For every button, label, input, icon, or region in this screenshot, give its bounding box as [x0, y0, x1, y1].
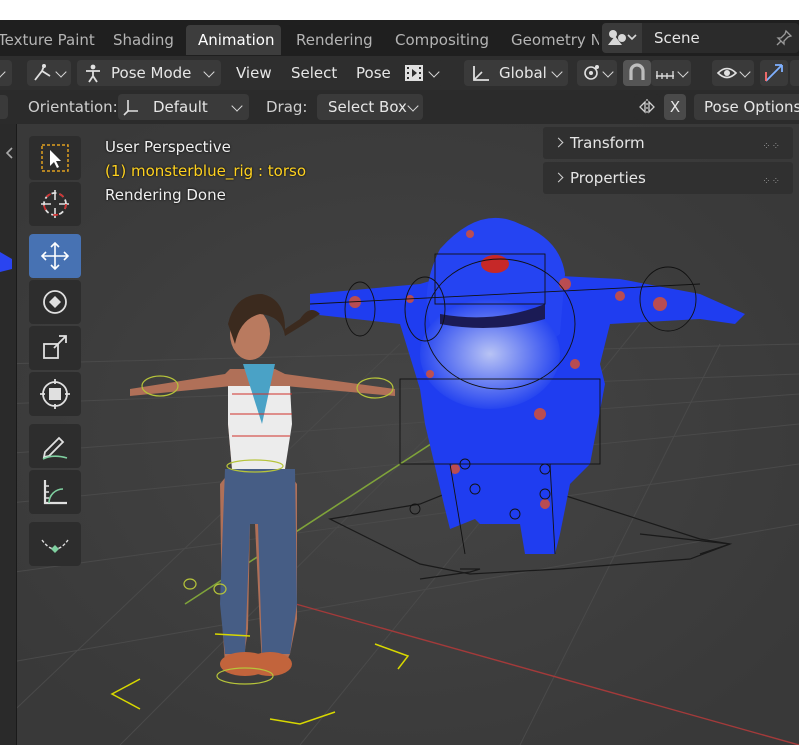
drag-grip-icon[interactable]: ⁘⁘ — [762, 141, 781, 152]
global-axes-icon — [473, 66, 489, 81]
transform-orientation-dropdown[interactable]: Global — [464, 60, 568, 86]
film-strip-icon — [405, 65, 423, 81]
transform-orientation-label: Global — [499, 64, 547, 82]
cursor-tool[interactable] — [29, 182, 81, 226]
drag-value: Select Box — [328, 98, 407, 116]
gizmo-dropdown[interactable] — [790, 60, 799, 86]
mode-dropdown[interactable]: Pose Mode — [77, 60, 221, 86]
menu-select[interactable]: Select — [291, 60, 337, 86]
rotate-icon — [43, 290, 67, 314]
scale-icon — [43, 335, 67, 359]
drag-dropdown[interactable]: Select Box — [317, 94, 423, 120]
tab-animation[interactable]: Animation — [186, 25, 281, 55]
active-object-label: (1) monsterblue_rig : torso — [105, 162, 306, 180]
sidebar-panel-transform[interactable]: Transform ⁘⁘ — [543, 127, 793, 159]
scale-tool[interactable] — [29, 326, 81, 370]
sidebar-panel-label: Properties — [570, 169, 646, 187]
gizmo-toggle[interactable] — [760, 60, 788, 86]
viewport-scene — [0, 124, 799, 745]
tool-settings-expand[interactable] — [0, 95, 8, 119]
bottom-edge — [0, 745, 799, 750]
transform-tool[interactable] — [29, 372, 81, 416]
mode-label: Pose Mode — [111, 64, 192, 82]
scene-icon[interactable] — [602, 23, 642, 53]
local-axes-icon — [123, 100, 138, 116]
tab-rendering[interactable]: Rendering — [284, 25, 385, 55]
pivot-point-button[interactable] — [577, 60, 617, 86]
armature-pose-icon — [34, 64, 51, 81]
3d-viewport[interactable]: User Perspective (1) monsterblue_rig : t… — [0, 124, 799, 745]
pivot-point-icon — [584, 65, 599, 80]
workspace-tab-bar: Texture Paint Shading Animation Renderin… — [0, 20, 799, 56]
menu-view[interactable]: View — [236, 60, 272, 86]
pose-options-dropdown[interactable]: Pose Options — [694, 94, 799, 120]
move-arrows-icon — [40, 241, 70, 271]
eye-icon — [716, 67, 738, 79]
rotate-tool[interactable] — [29, 280, 81, 324]
snap-toggle[interactable] — [623, 60, 651, 86]
cursor-crosshair-icon — [41, 190, 69, 218]
drag-grip-icon[interactable]: ⁘⁘ — [762, 176, 781, 187]
tool-settings-bar: Orientation: Default Drag: Select Box X … — [0, 90, 799, 124]
orientation-value: Default — [153, 98, 208, 116]
editor-type-button[interactable] — [0, 60, 12, 86]
select-box-icon — [41, 144, 69, 172]
view-name-label: User Perspective — [105, 138, 231, 156]
chevron-right-icon — [553, 137, 564, 148]
pose-mode-icon — [86, 64, 100, 83]
render-status-label: Rendering Done — [105, 186, 226, 204]
sidebar-panel-label: Transform — [570, 134, 645, 152]
scene-name[interactable]: Scene — [654, 23, 700, 53]
measure-ruler-icon — [43, 480, 67, 505]
pin-icon[interactable] — [775, 29, 793, 47]
sidebar-panel-properties[interactable]: Properties ⁘⁘ — [543, 162, 793, 194]
adjacent-editor-strip[interactable] — [0, 124, 17, 745]
pose-breakdown-icon — [41, 539, 69, 553]
tab-compositing[interactable]: Compositing — [383, 25, 501, 55]
object-interaction-button[interactable] — [27, 60, 71, 86]
select-box-tool[interactable] — [29, 136, 81, 180]
tab-shading[interactable]: Shading — [101, 25, 186, 55]
snap-target-dropdown[interactable] — [651, 60, 691, 86]
menu-pose[interactable]: Pose — [356, 60, 391, 86]
mirror-icon-button[interactable] — [634, 94, 660, 120]
drag-label: Drag: — [266, 98, 308, 116]
transform-icon — [40, 379, 70, 409]
x-mirror-toggle[interactable]: X — [664, 94, 686, 120]
annotate-pencil-icon — [42, 436, 68, 460]
visibility-dropdown[interactable] — [712, 60, 754, 86]
collapse-arrow-icon[interactable] — [4, 146, 14, 160]
orientation-label: Orientation: — [28, 98, 118, 116]
tab-texture-paint[interactable]: Texture Paint — [0, 25, 107, 55]
gizmo-icon — [765, 64, 783, 82]
relax-pose-tool[interactable] — [29, 522, 81, 566]
adjacent-editor-content — [0, 252, 12, 272]
action-editor-button[interactable] — [401, 60, 443, 86]
magnet-icon — [629, 63, 645, 80]
move-tool[interactable] — [29, 234, 81, 278]
measure-tool[interactable] — [29, 470, 81, 514]
orientation-dropdown[interactable]: Default — [118, 94, 249, 120]
scene-selector[interactable]: Scene — [602, 23, 799, 53]
viewport-header: Pose Mode View Select Pose Global — [0, 56, 799, 90]
snap-increment-icon — [656, 71, 674, 79]
tab-geometry-nodes[interactable]: Geometry N — [499, 25, 599, 55]
mirror-icon — [639, 99, 655, 115]
chevron-right-icon — [553, 172, 564, 183]
annotate-tool[interactable] — [29, 424, 81, 468]
